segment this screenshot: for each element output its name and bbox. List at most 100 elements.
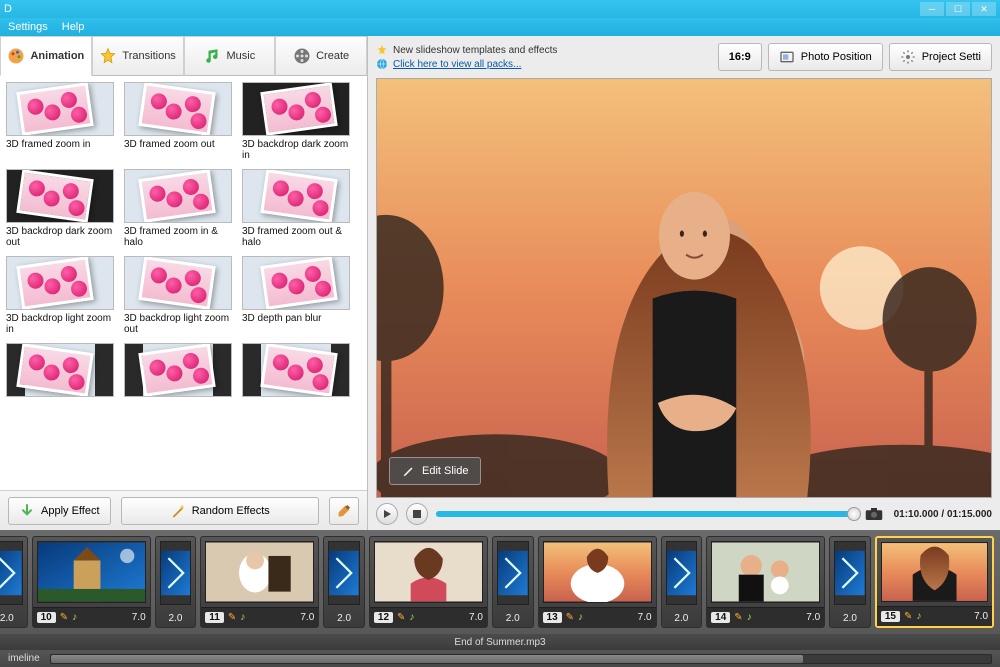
timeline-slide[interactable]: 13 ✎ ♪ 7.0 [538, 536, 657, 628]
timeline-slide[interactable]: 12 ✎ ♪ 7.0 [369, 536, 488, 628]
music-note-icon: ♪ [747, 612, 752, 623]
snapshot-button[interactable] [862, 504, 886, 524]
timeline-transition[interactable]: 2.0 [0, 536, 28, 628]
effect-item[interactable]: 3D framed zoom in [6, 82, 116, 163]
tab-create-label: Create [316, 50, 349, 62]
timeline-slide[interactable]: 11 ✎ ♪ 7.0 [200, 536, 319, 628]
tab-music-label: Music [227, 50, 256, 62]
tab-transitions[interactable]: Transitions [92, 36, 184, 76]
transition-duration: 2.0 [843, 613, 857, 624]
stop-button[interactable] [406, 503, 428, 525]
timecode: 01:10.000 / 01:15.000 [894, 509, 992, 520]
effect-label: 3D framed zoom in & halo [124, 226, 234, 250]
effect-item[interactable]: 3D backdrop dark zoom in [242, 82, 352, 163]
timeline-transition[interactable]: 2.0 [492, 536, 534, 628]
audio-track-name: End of Summer.mp3 [454, 637, 545, 648]
menu-help[interactable]: Help [62, 21, 85, 33]
music-note-icon: ♪ [578, 612, 583, 623]
menu-settings[interactable]: Settings [8, 21, 48, 33]
effect-item[interactable]: 3D framed zoom out [124, 82, 234, 163]
pencil-icon: ✎ [397, 612, 405, 623]
tab-create[interactable]: Create [275, 36, 367, 76]
effect-label: 3D backdrop light zoom out [124, 313, 234, 337]
title-suffix: D [4, 3, 12, 15]
audio-track-bar[interactable]: End of Summer.mp3 [0, 634, 1000, 650]
brush-icon [336, 503, 352, 519]
project-settings-button[interactable]: Project Setti [889, 43, 992, 71]
slide-duration: 7.0 [469, 612, 483, 623]
window-maximize-button[interactable]: ☐ [946, 2, 970, 16]
timeline-slide[interactable]: 10 ✎ ♪ 7.0 [32, 536, 151, 628]
random-effects-button[interactable]: Random Effects [121, 497, 320, 525]
preview-slider[interactable] [436, 511, 854, 517]
packs-link[interactable]: Click here to view all packs... [393, 59, 521, 70]
slide-duration: 7.0 [638, 612, 652, 623]
effect-label: 3D backdrop dark zoom in [242, 139, 352, 163]
window-minimize-button[interactable]: ─ [920, 2, 944, 16]
timeline-slide[interactable]: 15 ✎ ♪ 7.0 [875, 536, 994, 628]
effect-label: 3D backdrop light zoom in [6, 313, 116, 337]
effects-list: 3D framed zoom in 3D framed zoom out 3 [0, 76, 367, 490]
effect-item[interactable] [124, 343, 234, 424]
timeline-transition[interactable]: 2.0 [323, 536, 365, 628]
timeline-transition[interactable]: 2.0 [661, 536, 703, 628]
timeline-slide[interactable]: 14 ✎ ♪ 7.0 [706, 536, 825, 628]
pencil-icon: ✎ [60, 612, 68, 623]
effect-item[interactable]: 3D depth pan blur [242, 256, 352, 337]
effect-item[interactable]: 3D backdrop dark zoom out [6, 169, 116, 250]
slide-number: 12 [374, 612, 393, 623]
pencil-icon: ✎ [734, 612, 742, 623]
window-close-button[interactable]: ✕ [972, 2, 996, 16]
random-effects-label: Random Effects [192, 505, 270, 517]
tab-animation-label: Animation [30, 50, 84, 62]
slide-thumb [374, 541, 483, 603]
music-icon [204, 47, 222, 65]
tab-music[interactable]: Music [184, 36, 276, 76]
effect-item[interactable]: 3D backdrop light zoom out [124, 256, 234, 337]
music-note-icon: ♪ [72, 612, 77, 623]
slide-number: 13 [543, 612, 562, 623]
timeline[interactable]: 2.0 10 ✎ ♪ 7.0 2.0 11 ✎ ♪ 7.0 2.0 12 [0, 530, 1000, 634]
effect-item[interactable]: 3D framed zoom out & halo [242, 169, 352, 250]
palette-icon [7, 47, 25, 65]
slide-thumb [205, 541, 314, 603]
slider-knob[interactable] [847, 507, 861, 521]
titlebar: D ─ ☐ ✕ [0, 0, 1000, 18]
effect-item[interactable] [242, 343, 352, 424]
stop-icon [413, 510, 421, 518]
effect-item[interactable] [6, 343, 116, 424]
slide-duration: 7.0 [806, 612, 820, 623]
effects-scroll[interactable]: 3D framed zoom in 3D framed zoom out 3 [0, 76, 367, 490]
project-settings-label: Project Setti [922, 51, 981, 63]
aspect-ratio-button[interactable]: 16:9 [718, 43, 762, 71]
edit-slide-button[interactable]: Edit Slide [389, 457, 481, 485]
brush-button[interactable] [329, 497, 359, 525]
effect-item[interactable]: 3D framed zoom in & halo [124, 169, 234, 250]
slide-number: 11 [205, 612, 224, 623]
effect-item[interactable]: 3D backdrop light zoom in [6, 256, 116, 337]
effect-label: 3D framed zoom out [124, 139, 234, 163]
tab-animation[interactable]: Animation [0, 36, 92, 76]
photo-position-icon [779, 49, 795, 65]
apply-effect-button[interactable]: Apply Effect [8, 497, 111, 525]
globe-icon [376, 58, 388, 70]
aspect-ratio-label: 16:9 [729, 51, 751, 63]
music-note-icon: ♪ [409, 612, 414, 623]
transition-duration: 2.0 [0, 613, 14, 624]
reel-icon [293, 47, 311, 65]
photo-position-label: Photo Position [801, 51, 872, 63]
play-button[interactable] [376, 503, 398, 525]
slide-number: 14 [711, 612, 730, 623]
bottom-bar: imeline [0, 650, 1000, 667]
transition-duration: 2.0 [506, 613, 520, 624]
music-note-icon: ♪ [240, 612, 245, 623]
pencil-icon: ✎ [566, 612, 574, 623]
slide-thumb [543, 541, 652, 603]
effect-label: 3D framed zoom in [6, 139, 116, 163]
arrow-down-icon [19, 503, 35, 519]
timeline-transition[interactable]: 2.0 [155, 536, 197, 628]
timeline-scrollbar[interactable] [50, 654, 992, 664]
effect-label: 3D depth pan blur [242, 313, 352, 337]
timeline-transition[interactable]: 2.0 [829, 536, 871, 628]
photo-position-button[interactable]: Photo Position [768, 43, 883, 71]
